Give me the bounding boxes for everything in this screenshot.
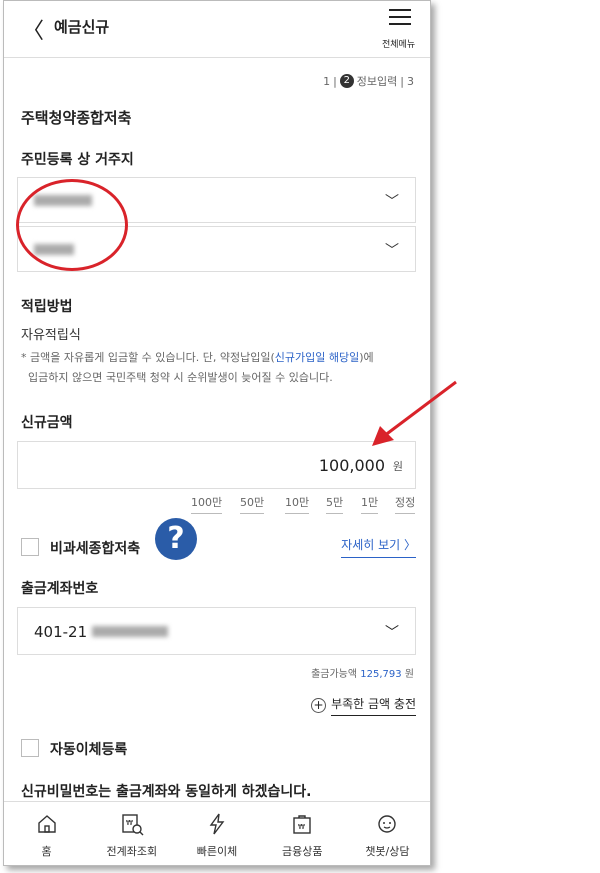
svg-text:₩: ₩ xyxy=(298,823,305,831)
due-date-link: 신규가입일 해당일 xyxy=(274,351,360,364)
step-2-label: 정보입력 xyxy=(356,75,398,88)
savings-method-value: 자유적립식 xyxy=(21,328,81,343)
deposit-notice: * 금액을 자유롭게 입금할 수 있습니다. 단, 약정납입일(신규가입일 해당… xyxy=(21,351,374,384)
step-indicator: 1 | 2 정보입력 | 3 xyxy=(323,74,414,88)
quick-amount-500k[interactable]: 50만 xyxy=(240,494,265,514)
charge-shortfall-button[interactable]: + 부족한 금액 충전 xyxy=(311,695,416,716)
password-note: 신규비밀번호는 출금계좌와 동일하게 하겠습니다. xyxy=(21,784,312,800)
lightning-icon xyxy=(209,813,225,835)
back-arrow-icon[interactable]: 〈 xyxy=(22,13,44,45)
account-search-icon: ₩ xyxy=(122,814,144,836)
nav-quick-transfer[interactable]: 빠른이체 xyxy=(174,802,259,865)
quick-amount-50k[interactable]: 5만 xyxy=(326,494,344,514)
withdrawal-account-select[interactable]: 401-21 ﹀ xyxy=(17,607,416,655)
help-question-icon: ? xyxy=(155,518,197,560)
page-title: 예금신규 xyxy=(54,18,110,36)
chatbot-icon xyxy=(378,815,397,833)
hamburger-menu-icon[interactable] xyxy=(389,9,411,30)
savings-method-label: 적립방법 xyxy=(21,299,73,315)
account-number-prefix: 401-21 xyxy=(34,623,88,641)
amount-value: 100,000 xyxy=(318,456,385,475)
product-name: 주택청약종합저축 xyxy=(21,109,132,127)
step-3: 3 xyxy=(407,74,414,88)
step-1: 1 xyxy=(323,74,331,88)
amount-label: 신규금액 xyxy=(21,415,73,431)
view-details-link[interactable]: 자세히 보기 〉 xyxy=(341,536,416,558)
chevron-down-icon: ﹀ xyxy=(385,243,399,259)
nav-all-accounts[interactable]: ₩ 전계좌조회 xyxy=(89,802,174,865)
step-2-badge: 2 xyxy=(339,74,354,88)
full-menu-label[interactable]: 전체메뉴 xyxy=(382,37,415,50)
annotation-red-arrow xyxy=(372,380,457,446)
auto-transfer-checkbox[interactable] xyxy=(21,739,39,757)
app-screen: 〈 예금신규 전체메뉴 1 | 2 정보입력 | 3 주택청약종합저축 주민등록… xyxy=(3,0,431,866)
chevron-down-icon: ﹀ xyxy=(385,194,399,210)
annotation-red-circle xyxy=(16,179,128,271)
quick-amount-100k[interactable]: 10만 xyxy=(285,494,310,514)
app-header: 〈 예금신규 전체메뉴 xyxy=(4,1,430,58)
withdrawal-account-label: 출금계좌번호 xyxy=(21,581,99,597)
nav-chatbot[interactable]: 챗봇/상담 xyxy=(345,802,430,865)
available-amount: 125,793 xyxy=(360,669,402,680)
quick-amount-reset[interactable]: 정정 xyxy=(395,494,416,514)
home-icon xyxy=(37,815,56,833)
quick-amount-1m[interactable]: 100만 xyxy=(191,494,223,514)
svg-text:₩: ₩ xyxy=(126,819,133,827)
nav-home[interactable]: 홈 xyxy=(4,802,89,865)
nav-financial-products[interactable]: ₩ 금융상품 xyxy=(260,802,345,865)
auto-transfer-label[interactable]: 자동이체등록 xyxy=(50,739,127,759)
quick-amount-10k[interactable]: 1만 xyxy=(361,494,379,514)
tax-free-checkbox[interactable] xyxy=(21,538,39,556)
available-balance: 출금가능액 125,793 원 xyxy=(311,669,414,680)
blurred-account-number xyxy=(92,626,168,637)
plus-circle-icon: + xyxy=(311,698,327,713)
amount-unit: 원 xyxy=(392,460,403,473)
tax-free-label[interactable]: 비과세종합저축 xyxy=(50,538,140,558)
chevron-down-icon: ﹀ xyxy=(385,625,399,641)
amount-input[interactable]: 100,000 원 xyxy=(17,441,416,489)
bottom-nav: 홈 ₩ 전계좌조회 빠른이체 ₩ 금융상품 챗봇/상담 xyxy=(4,801,430,865)
address-label: 주민등록 상 거주지 xyxy=(21,152,134,168)
product-bag-icon: ₩ xyxy=(293,815,311,834)
